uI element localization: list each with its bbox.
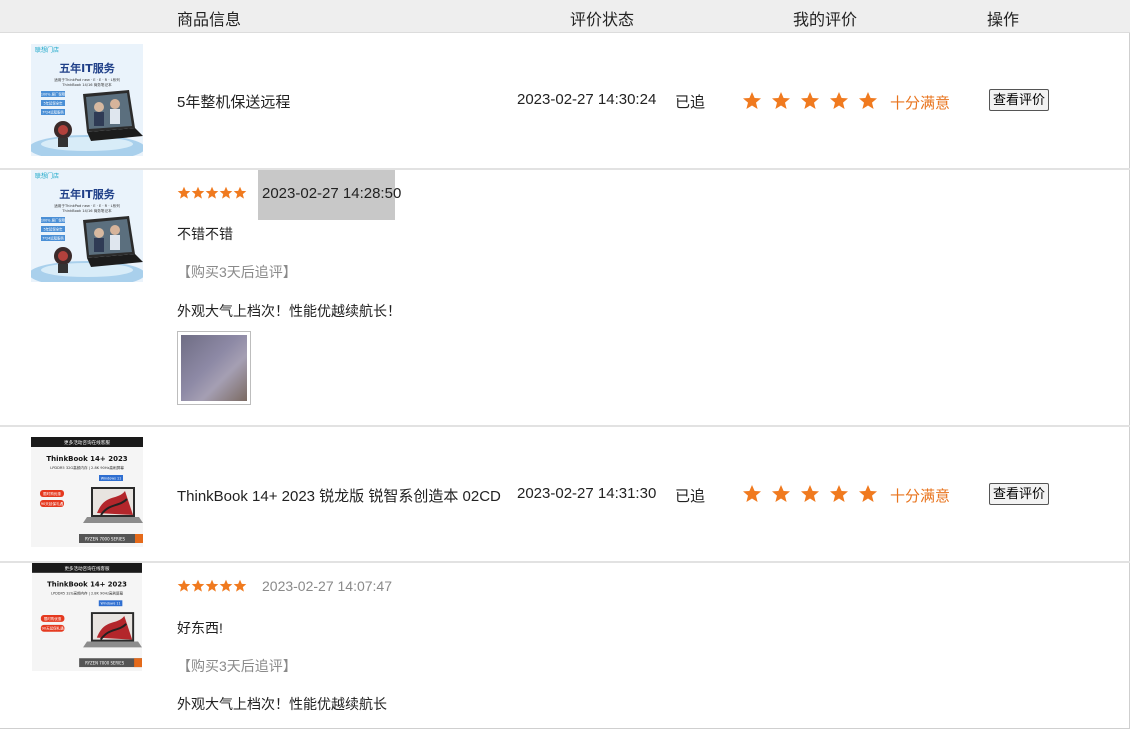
product-thumbnail[interactable]: 更多活动咨询在线客服 ThinkBook 14+ 2023 LPDDR5 32G… [31, 563, 143, 671]
star-icon [233, 186, 247, 199]
svg-text:LPDDR5 32G高频内存 | 2.8K 90Hz高刷屏幕: LPDDR5 32G高频内存 | 2.8K 90Hz高刷屏幕 [50, 465, 124, 470]
product-name[interactable]: 5年整机保送远程 [177, 91, 290, 112]
svg-text:7*24远程服务: 7*24远程服务 [42, 110, 64, 115]
product-thumbnail[interactable]: 联想门店 五年IT服务 适用于ThinkPad new · E · E · R … [31, 170, 143, 282]
svg-text:ThinkBook 14/16 商务笔记本: ThinkBook 14/16 商务笔记本 [61, 82, 112, 87]
star-icon [859, 485, 877, 502]
svg-text:5年延保全年: 5年延保全年 [43, 227, 63, 232]
product-thumbnail[interactable]: 更多活动咨询在线客服 ThinkBook 14+ 2023 LPDDR5 32G… [31, 437, 143, 547]
row-divider [0, 168, 1130, 170]
svg-text:ThinkBook 14/16 商务笔记本: ThinkBook 14/16 商务笔记本 [61, 208, 112, 213]
star-icon [743, 92, 761, 109]
svg-text:联想门店: 联想门店 [35, 46, 59, 54]
svg-text:100% 原厂保障: 100% 原厂保障 [41, 218, 66, 223]
header-status: 评价状态 [570, 12, 635, 29]
review-comment: 好东西! [177, 620, 223, 636]
svg-text:适用于ThinkPad new · E · E · R ·: 适用于ThinkPad new · E · E · R · L系列 [54, 203, 120, 208]
star-icon [219, 186, 233, 199]
svg-text:Windows 11: Windows 11 [101, 477, 122, 481]
svg-text:限时购优惠: 限时购优惠 [44, 616, 62, 621]
star-icon [205, 579, 219, 592]
review-time: 2023-02-27 14:31:30 [517, 485, 657, 502]
star-icon [191, 186, 205, 199]
svg-text:90天延保礼遇: 90天延保礼遇 [41, 501, 64, 506]
view-review-button[interactable]: 查看评价 [989, 483, 1050, 505]
star-icon [743, 485, 761, 502]
header-action: 操作 [987, 12, 1020, 29]
row-divider [0, 561, 1130, 563]
svg-text:LPDDR5 32G高频内存 | 2.8K 90Hz高刷屏幕: LPDDR5 32G高频内存 | 2.8K 90Hz高刷屏幕 [51, 590, 123, 595]
followup-comment: 外观大气上档次！性能优越续航长 [177, 696, 387, 712]
review-photo [181, 335, 247, 401]
row-divider [0, 425, 1130, 427]
star-icon [801, 92, 819, 109]
star-icon [830, 485, 848, 502]
review-comment: 不错不错 [177, 226, 233, 242]
svg-text:适用于ThinkPad new · E · E · R ·: 适用于ThinkPad new · E · E · R · L系列 [54, 77, 120, 82]
star-icon [772, 485, 790, 502]
followup-time: 2023-02-27 14:28:50 [258, 170, 401, 220]
review-photo-thumbnail[interactable] [177, 331, 251, 405]
followup-tag: 【购买3天后追评】 [177, 658, 297, 674]
svg-text:更多活动咨询在线客服: 更多活动咨询在线客服 [65, 565, 110, 572]
star-icon [830, 92, 848, 109]
followup-rating-stars [177, 186, 247, 200]
svg-text:五年IT服务: 五年IT服务 [59, 187, 116, 201]
star-icon [177, 579, 191, 592]
svg-text:90天延保礼遇: 90天延保礼遇 [42, 626, 65, 631]
laptop-banner-image: 更多活动咨询在线客服 ThinkBook 14+ 2023 LPDDR5 32G… [32, 563, 142, 671]
satisfaction-label: 十分满意 [890, 95, 951, 112]
star-icon [191, 579, 205, 592]
review-time: 2023-02-27 14:30:24 [517, 91, 657, 108]
rating-stars [742, 91, 878, 111]
service-banner-image: 联想门店 五年IT服务 适用于ThinkPad new · E · E · R … [31, 170, 143, 282]
svg-text:5年延保全年: 5年延保全年 [43, 101, 63, 106]
service-banner-image: 联想门店 五年IT服务 适用于ThinkPad new · E · E · R … [31, 44, 143, 156]
svg-text:更多活动咨询在线客服: 更多活动咨询在线客服 [64, 439, 110, 446]
star-icon [177, 186, 191, 199]
followup-rating-stars [177, 579, 247, 593]
product-name[interactable]: ThinkBook 14+ 2023 锐龙版 锐智系创造本 02CD [177, 485, 501, 506]
view-review-button[interactable]: 查看评价 [989, 89, 1050, 111]
reviews-panel [0, 0, 1130, 729]
svg-text:联想门店: 联想门店 [35, 172, 59, 180]
star-icon [205, 186, 219, 199]
rating-stars [742, 484, 878, 504]
svg-text:100% 原厂保障: 100% 原厂保障 [41, 92, 66, 97]
svg-text:RYZEN 7000 SERIES: RYZEN 7000 SERIES [85, 537, 126, 542]
star-icon [219, 579, 233, 592]
svg-text:ThinkBook 14+ 2023: ThinkBook 14+ 2023 [47, 581, 127, 589]
product-thumbnail[interactable]: 联想门店 五年IT服务 适用于ThinkPad new · E · E · R … [31, 44, 143, 156]
svg-text:7*24远程服务: 7*24远程服务 [42, 236, 64, 241]
followup-tag: 【购买3天后追评】 [177, 264, 297, 280]
followup-time: 2023-02-27 14:07:47 [262, 578, 392, 594]
svg-text:限时购优惠: 限时购优惠 [43, 491, 61, 496]
header-rating: 我的评价 [793, 12, 858, 29]
review-status: 已追 [675, 94, 706, 111]
satisfaction-label: 十分满意 [890, 488, 951, 505]
svg-text:五年IT服务: 五年IT服务 [59, 61, 116, 75]
star-icon [772, 92, 790, 109]
header-product: 商品信息 [177, 12, 242, 29]
star-icon [801, 485, 819, 502]
star-icon [859, 92, 877, 109]
laptop-banner-image: 更多活动咨询在线客服 ThinkBook 14+ 2023 LPDDR5 32G… [31, 437, 143, 547]
star-icon [233, 579, 247, 592]
table-header: 商品信息 评价状态 我的评价 操作 [0, 0, 1130, 33]
svg-text:ThinkBook 14+ 2023: ThinkBook 14+ 2023 [46, 455, 127, 463]
review-status: 已追 [675, 488, 706, 505]
svg-text:RYZEN 7000 SERIES: RYZEN 7000 SERIES [85, 661, 125, 666]
svg-text:Windows 11: Windows 11 [100, 602, 120, 606]
followup-comment: 外观大气上档次！性能优越续航长！ [177, 303, 401, 319]
